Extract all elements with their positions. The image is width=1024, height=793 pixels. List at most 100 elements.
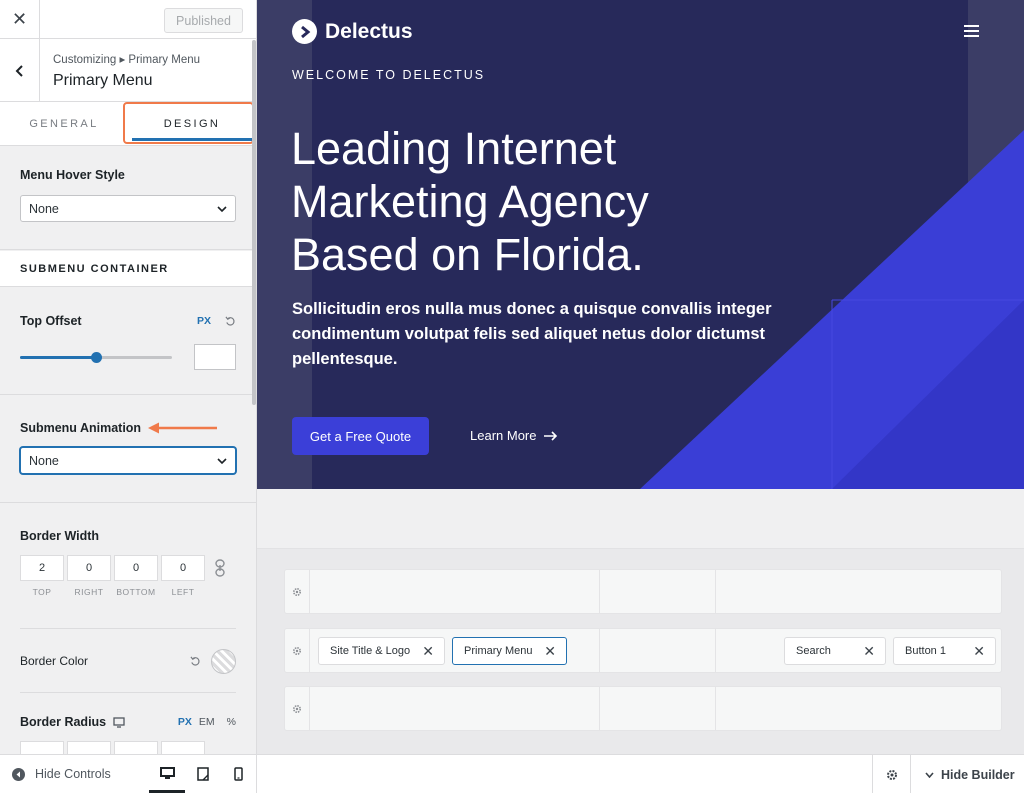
builder-zone-center[interactable] bbox=[600, 629, 716, 672]
hero-headline: Leading Internet Marketing Agency Based … bbox=[291, 123, 649, 280]
chevron-down-icon bbox=[925, 772, 934, 778]
border-top-input[interactable]: 2 bbox=[20, 555, 64, 581]
menu-hover-style-select[interactable]: None bbox=[20, 195, 236, 222]
chevron-down-icon bbox=[217, 457, 227, 464]
submenu-animation-select[interactable]: None bbox=[20, 447, 236, 474]
border-width-label: Border Width bbox=[20, 529, 100, 543]
mobile-icon bbox=[233, 766, 243, 781]
unit-px[interactable]: PX bbox=[178, 716, 192, 728]
hide-builder-button[interactable]: Hide Builder bbox=[925, 768, 1015, 782]
row-settings-button[interactable] bbox=[285, 687, 310, 730]
tab-bar: GENERAL DESIGN bbox=[0, 102, 256, 146]
builder-item-search[interactable]: Search ✕ bbox=[784, 637, 886, 665]
submenu-animation-value: None bbox=[29, 453, 59, 468]
reset-icon[interactable] bbox=[225, 316, 236, 327]
top-offset-input[interactable] bbox=[194, 344, 236, 370]
close-icon[interactable]: ✕ bbox=[422, 643, 434, 660]
top-offset-slider[interactable] bbox=[20, 351, 172, 363]
logo-icon bbox=[292, 19, 317, 44]
unit-em[interactable]: EM bbox=[199, 716, 215, 728]
preview-tablet-button[interactable] bbox=[185, 754, 221, 793]
published-button[interactable]: Published bbox=[164, 8, 243, 33]
builder-zone-right[interactable] bbox=[716, 570, 1001, 613]
preview-mobile-button[interactable] bbox=[220, 754, 256, 793]
arrow-left-icon bbox=[148, 422, 218, 434]
slider-fill bbox=[20, 355, 96, 359]
builder-zone-left[interactable]: Site Title & Logo ✕ Primary Menu ✕ bbox=[310, 629, 600, 672]
hide-controls-button[interactable]: Hide Controls bbox=[0, 767, 111, 781]
preview-spacer bbox=[257, 489, 1024, 549]
unit-percent[interactable]: % bbox=[227, 716, 236, 728]
chevron-down-icon bbox=[217, 205, 227, 212]
builder-zone-left[interactable] bbox=[310, 687, 600, 730]
submenu-animation-label: Submenu Animation bbox=[20, 421, 142, 435]
close-icon[interactable]: ✕ bbox=[544, 643, 556, 660]
back-button[interactable] bbox=[0, 39, 40, 102]
hamburger-menu-icon[interactable] bbox=[964, 25, 979, 40]
submenu-container-heading: SUBMENU CONTAINER bbox=[0, 251, 256, 287]
panel-scrollbar[interactable] bbox=[252, 40, 256, 405]
learn-more-link[interactable]: Learn More bbox=[470, 428, 558, 443]
breadcrumb: Customizing ▸ Primary Menu bbox=[53, 54, 201, 66]
tab-design[interactable]: DESIGN bbox=[128, 102, 256, 145]
builder-item-site-title[interactable]: Site Title & Logo ✕ bbox=[318, 637, 445, 665]
border-color-group: Border Color bbox=[0, 629, 256, 693]
builder-settings-button[interactable] bbox=[872, 755, 911, 793]
builder-zone-center[interactable] bbox=[600, 687, 716, 730]
builder-item-button-1[interactable]: Button 1 ✕ bbox=[893, 637, 996, 665]
top-offset-group: Top Offset PX bbox=[0, 287, 256, 395]
builder-footer: Hide Builder bbox=[257, 754, 1024, 793]
border-bottom-label: BOTTOM bbox=[116, 587, 156, 597]
color-swatch[interactable] bbox=[211, 648, 236, 674]
builder-zone-left[interactable] bbox=[310, 570, 600, 613]
desktop-icon[interactable] bbox=[113, 716, 125, 728]
builder-item-primary-menu[interactable]: Primary Menu ✕ bbox=[452, 637, 567, 665]
close-icon[interactable]: ✕ bbox=[0, 0, 40, 39]
border-width-group: Border Width 2 TOP 0 RIGHT 0 BOTTOM 0 LEFT bbox=[0, 503, 256, 629]
builder-zone-center[interactable] bbox=[600, 570, 716, 613]
builder-zone-right[interactable] bbox=[716, 687, 1001, 730]
submenu-animation-group: Submenu Animation None bbox=[0, 395, 256, 503]
link-icon[interactable] bbox=[214, 559, 226, 577]
hero-eyebrow: WELCOME TO DELECTUS bbox=[292, 68, 486, 82]
slider-handle[interactable] bbox=[91, 351, 102, 363]
builder-item-label: Site Title & Logo bbox=[330, 645, 411, 657]
border-left-input[interactable]: 0 bbox=[161, 555, 205, 581]
site-preview-hero: Delectus WELCOME TO DELECTUS Leading Int… bbox=[257, 0, 1024, 489]
builder-zone-right[interactable]: Search ✕ Button 1 ✕ bbox=[716, 629, 1001, 672]
site-title: Delectus bbox=[325, 19, 413, 43]
site-logo[interactable]: Delectus bbox=[292, 19, 413, 44]
menu-hover-style-value: None bbox=[29, 201, 59, 216]
tab-general[interactable]: GENERAL bbox=[0, 102, 128, 145]
header-builder: Site Title & Logo ✕ Primary Menu ✕ Search ✕… bbox=[257, 549, 1024, 754]
border-bottom-input[interactable]: 0 bbox=[114, 555, 158, 581]
builder-row-main: Site Title & Logo ✕ Primary Menu ✕ Search ✕… bbox=[284, 628, 1002, 673]
hide-builder-label: Hide Builder bbox=[941, 768, 1015, 782]
gear-icon bbox=[292, 646, 302, 655]
section-header: Customizing ▸ Primary Menu Primary Menu bbox=[0, 39, 256, 102]
hero-lead-text: Sollicitudin eros nulla mus donec a quis… bbox=[292, 300, 772, 368]
top-offset-label: Top Offset bbox=[20, 314, 82, 328]
preview-desktop-button[interactable] bbox=[149, 754, 185, 793]
close-icon[interactable]: ✕ bbox=[973, 643, 985, 660]
gear-icon bbox=[886, 769, 897, 780]
top-offset-unit[interactable]: PX bbox=[197, 315, 211, 327]
border-right-label: RIGHT bbox=[74, 587, 104, 597]
collapse-icon bbox=[12, 767, 25, 781]
panel-footer: Hide Controls bbox=[0, 754, 256, 793]
border-right-input[interactable]: 0 bbox=[67, 555, 111, 581]
builder-row-bottom bbox=[284, 686, 1002, 731]
border-radius-label: Border Radius bbox=[20, 715, 107, 729]
menu-hover-style-label: Menu Hover Style bbox=[20, 168, 125, 182]
section-title: Primary Menu bbox=[53, 72, 153, 89]
row-settings-button[interactable] bbox=[285, 629, 310, 672]
gear-icon bbox=[292, 587, 302, 596]
panel-top-bar: ✕ Published bbox=[0, 0, 256, 39]
reset-icon[interactable] bbox=[190, 656, 201, 667]
gear-icon bbox=[292, 704, 302, 713]
get-quote-button[interactable]: Get a Free Quote bbox=[292, 417, 429, 455]
builder-item-label: Search bbox=[796, 645, 831, 657]
hide-controls-label: Hide Controls bbox=[35, 767, 111, 781]
row-settings-button[interactable] bbox=[285, 570, 310, 613]
close-icon[interactable]: ✕ bbox=[863, 643, 875, 660]
